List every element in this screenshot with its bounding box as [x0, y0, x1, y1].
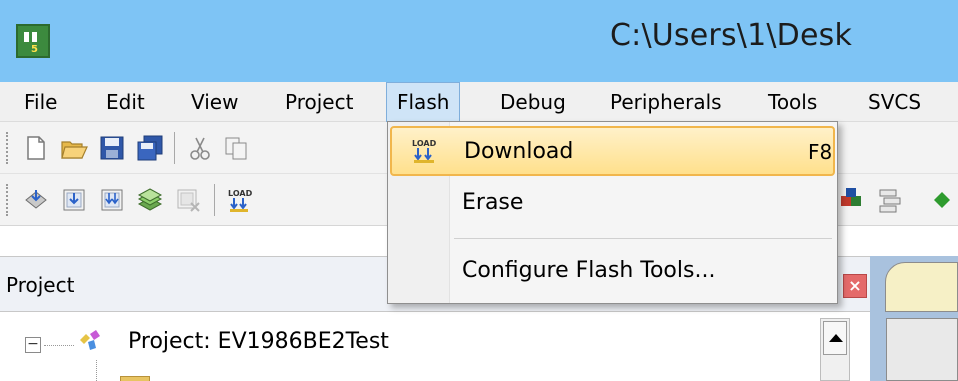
menu-project[interactable]: Project	[275, 82, 363, 122]
load-icon: LOAD	[412, 139, 437, 163]
svg-text:LOAD: LOAD	[228, 189, 253, 198]
open-folder-icon[interactable]	[60, 134, 88, 162]
flash-menu-dropdown: LOAD Download F8 Erase Configure Flash T…	[387, 121, 838, 304]
menu-flash[interactable]: Flash	[386, 82, 461, 122]
project-icon	[80, 330, 100, 350]
tree-connector	[44, 345, 74, 346]
menu-view[interactable]: View	[181, 82, 248, 122]
scroll-up-button[interactable]	[823, 321, 847, 355]
stop-build-icon[interactable]	[174, 186, 202, 214]
batch-build-icon[interactable]	[136, 186, 164, 214]
vertical-scrollbar[interactable]	[820, 318, 850, 381]
menu-item-label: Erase	[462, 190, 524, 215]
translate-icon[interactable]	[22, 186, 50, 214]
toolbar-separator	[214, 184, 215, 216]
menu-file[interactable]: File	[14, 82, 67, 122]
menu-item-configure-flash-tools[interactable]: Configure Flash Tools...	[390, 248, 835, 298]
editor-tab[interactable]	[885, 262, 958, 312]
folder-icon	[120, 376, 150, 381]
menu-edit[interactable]: Edit	[96, 82, 155, 122]
toolbar-grip[interactable]	[6, 132, 10, 164]
copy-icon[interactable]	[222, 134, 250, 162]
menu-item-erase[interactable]: Erase	[390, 180, 835, 230]
load-icon[interactable]: LOAD	[226, 186, 254, 214]
rebuild-icon[interactable]	[98, 186, 126, 214]
new-file-icon[interactable]	[22, 134, 50, 162]
build-icon[interactable]	[60, 186, 88, 214]
uvision-icon[interactable]: 5	[16, 24, 50, 58]
arrow-up-icon	[829, 334, 843, 342]
close-icon[interactable]: ×	[843, 274, 867, 298]
toolbar-grip[interactable]	[6, 184, 10, 216]
svg-text:5: 5	[31, 44, 38, 54]
options-icon[interactable]	[876, 186, 904, 214]
menu-item-label: Download	[464, 139, 574, 164]
menu-item-label: Configure Flash Tools...	[462, 258, 716, 283]
project-tree: − Project: EV1986BE2Test	[0, 312, 870, 381]
save-icon[interactable]	[98, 134, 126, 162]
editor-document[interactable]	[886, 318, 958, 381]
menu-item-shortcut: F8	[808, 140, 833, 164]
project-panel-title: Project	[6, 273, 75, 297]
component-icon[interactable]	[838, 186, 866, 214]
menu-tools[interactable]: Tools	[758, 82, 827, 122]
menu-debug[interactable]: Debug	[490, 82, 576, 122]
menu-item-download[interactable]: LOAD Download F8	[390, 126, 835, 176]
project-root-label[interactable]: Project: EV1986BE2Test	[128, 329, 389, 354]
menu-bar: File Edit View Project Flash Debug Perip…	[0, 82, 958, 122]
tree-connector	[96, 360, 97, 381]
collapse-icon[interactable]: −	[25, 337, 41, 353]
svg-text:LOAD: LOAD	[412, 139, 437, 148]
green-diamond-icon[interactable]	[928, 186, 956, 214]
menu-separator	[454, 238, 832, 239]
toolbar-separator	[174, 132, 175, 164]
cut-icon[interactable]	[186, 134, 214, 162]
window-title: C:\Users\1\Desk	[610, 18, 853, 53]
save-all-icon[interactable]	[136, 134, 164, 162]
menu-peripherals[interactable]: Peripherals	[600, 82, 732, 122]
menu-svcs[interactable]: SVCS	[858, 82, 931, 122]
title-bar: 5 C:\Users\1\Desk	[0, 0, 958, 82]
